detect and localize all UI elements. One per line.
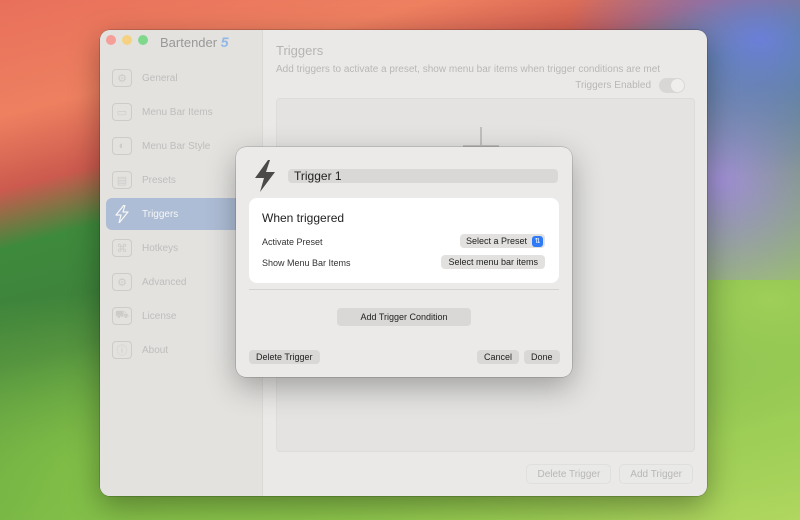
bolt-icon — [252, 159, 278, 193]
add-trigger-condition-button[interactable]: Add Trigger Condition — [337, 308, 471, 326]
when-triggered-card: When triggered Activate Preset Select a … — [249, 198, 559, 283]
activate-preset-label: Activate Preset — [262, 237, 323, 247]
show-items-label: Show Menu Bar Items — [262, 258, 351, 268]
sheet-delete-trigger-button[interactable]: Delete Trigger — [249, 350, 320, 364]
preset-select-value: Select a Preset — [465, 236, 527, 246]
done-button[interactable]: Done — [524, 350, 560, 364]
preset-select[interactable]: Select a Preset ⇅ — [459, 234, 545, 248]
trigger-edit-sheet: When triggered Activate Preset Select a … — [236, 147, 572, 377]
cancel-button[interactable]: Cancel — [477, 350, 520, 364]
divider — [249, 289, 559, 290]
section-title: When triggered — [262, 211, 345, 225]
trigger-name-field[interactable] — [288, 169, 558, 183]
select-menu-bar-items-button[interactable]: Select menu bar items — [441, 255, 545, 269]
chevron-up-down-icon: ⇅ — [532, 235, 543, 247]
